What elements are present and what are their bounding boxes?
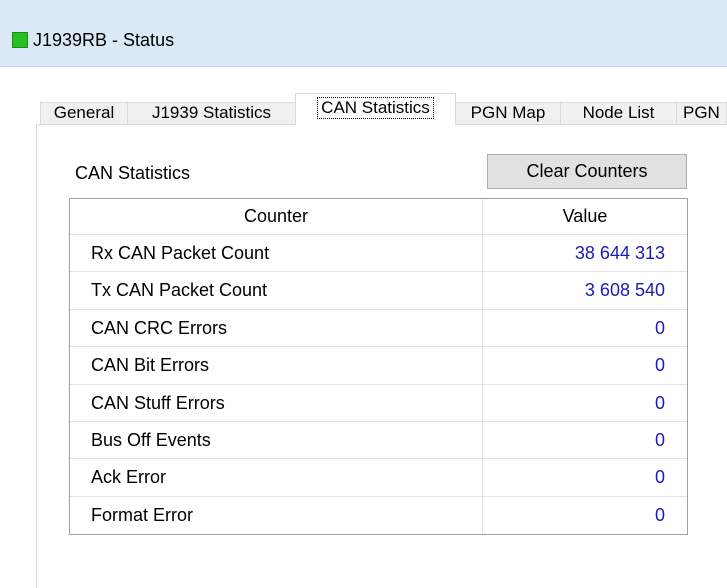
tab-label: CAN Statistics: [317, 97, 434, 119]
counter-name: CAN Bit Errors: [70, 347, 483, 384]
counter-name: Tx CAN Packet Count: [70, 272, 483, 309]
window-title-bar: J1939RB - Status: [0, 0, 727, 67]
tab-label: PGN Map: [470, 103, 546, 122]
status-indicator-icon: [12, 32, 28, 48]
counter-name: Ack Error: [70, 459, 483, 496]
counter-value: 0: [654, 467, 665, 488]
tab-label: Node List: [582, 103, 655, 122]
tab-j1939-statistics[interactable]: J1939 Statistics: [127, 102, 296, 124]
tab-label: J1939 Statistics: [151, 103, 272, 122]
table-row[interactable]: Bus Off Events 0: [70, 421, 687, 460]
counter-value: 0: [654, 504, 665, 525]
tab-label: General: [53, 103, 115, 122]
clear-counters-button[interactable]: Clear Counters: [487, 154, 687, 189]
main-area: General J1939 Statistics CAN Statistics …: [0, 67, 727, 588]
table-row[interactable]: Rx CAN Packet Count 38 644 313: [70, 235, 687, 273]
counter-value: 38 644 313: [574, 243, 665, 263]
table-row[interactable]: CAN Bit Errors 0: [70, 347, 687, 385]
counter-value: 0: [654, 355, 665, 376]
section-label: CAN Statistics: [75, 163, 191, 183]
table-header: Counter Value: [70, 199, 687, 235]
column-header-value[interactable]: Value: [483, 199, 687, 234]
window-title: J1939RB - Status: [33, 30, 175, 50]
counter-name: Rx CAN Packet Count: [70, 235, 483, 272]
table-row[interactable]: CAN Stuff Errors 0: [70, 384, 687, 422]
table-row[interactable]: Tx CAN Packet Count 3 608 540: [70, 272, 687, 310]
table-row[interactable]: Ack Error 0: [70, 459, 687, 497]
tab-general[interactable]: General: [40, 102, 128, 124]
counter-name: CAN Stuff Errors: [70, 384, 483, 421]
counter-name: CAN CRC Errors: [70, 309, 483, 347]
tab-node-list[interactable]: Node List: [560, 102, 677, 124]
counter-value: 0: [654, 429, 665, 450]
counter-value: 3 608 540: [584, 280, 665, 301]
counter-name: Bus Off Events: [70, 421, 483, 459]
table-row[interactable]: CAN CRC Errors 0: [70, 309, 687, 348]
tab-pgn[interactable]: PGN: [676, 102, 727, 124]
counter-name: Format Error: [70, 496, 483, 535]
column-header-counter[interactable]: Counter: [70, 199, 483, 234]
can-statistics-panel: CAN Statistics Clear Counters Counter Va…: [36, 124, 727, 588]
statistics-table: Counter Value Rx CAN Packet Count 38 644…: [69, 198, 688, 536]
tab-strip: General J1939 Statistics CAN Statistics …: [40, 85, 727, 125]
counter-value: 0: [654, 392, 665, 413]
table-row[interactable]: Format Error 0: [70, 496, 687, 535]
counter-value: 0: [654, 317, 665, 338]
tab-label: PGN: [683, 103, 720, 122]
tab-can-statistics[interactable]: CAN Statistics: [295, 93, 456, 125]
tab-pgn-map[interactable]: PGN Map: [455, 102, 561, 124]
